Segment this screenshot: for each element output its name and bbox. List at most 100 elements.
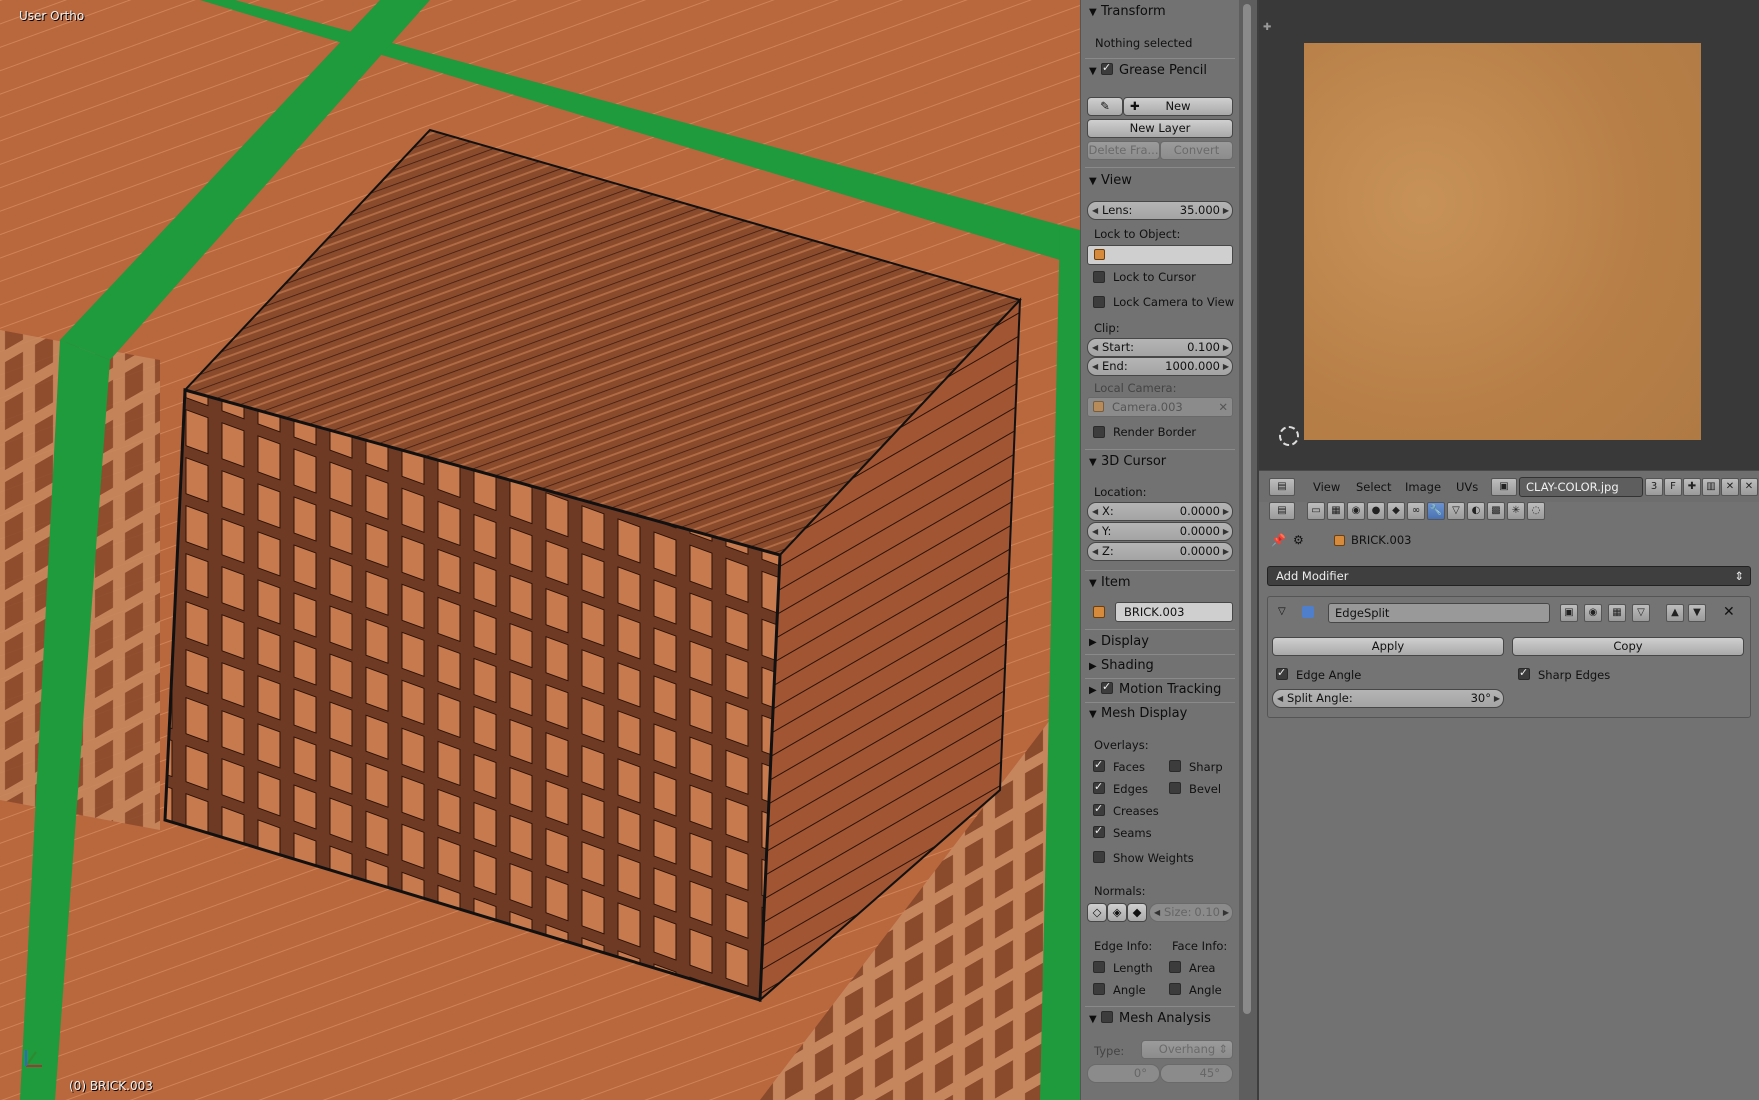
creases-checkbox[interactable]: [1093, 802, 1105, 816]
render-tab-icon[interactable]: ▭: [1307, 502, 1325, 520]
open-image-icon[interactable]: ▥: [1702, 478, 1720, 496]
scene-tab-icon[interactable]: ◉: [1347, 502, 1365, 520]
delete-frame-button[interactable]: Delete Fra...: [1087, 141, 1160, 160]
grease-pencil-brush-icon[interactable]: ✎: [1087, 97, 1123, 116]
remove-modifier-icon[interactable]: ✕: [1723, 604, 1735, 620]
cursor-z-field[interactable]: ◀ Z: 0.0000 ▶: [1087, 542, 1233, 561]
move-up-icon[interactable]: ▲: [1666, 604, 1684, 622]
menu-image[interactable]: Image: [1405, 480, 1441, 494]
physics-tab-icon[interactable]: ◌: [1527, 502, 1545, 520]
analysis-min-field[interactable]: 0°: [1087, 1064, 1160, 1083]
particles-tab-icon[interactable]: ✳: [1507, 502, 1525, 520]
mesh-analysis-toggle[interactable]: [1101, 1011, 1113, 1023]
normal-size-field[interactable]: ◀ Size: 0.10 ▶: [1149, 903, 1233, 922]
face-normals-icon[interactable]: ◆: [1127, 903, 1147, 922]
cursor-y-field[interactable]: ◀ Y: 0.0000 ▶: [1087, 522, 1233, 541]
image-editor[interactable]: ✚: [1259, 0, 1759, 470]
viewport-toggle-icon[interactable]: ◉: [1584, 604, 1602, 622]
bevel-checkbox[interactable]: [1169, 782, 1181, 794]
mesh-display-panel-header[interactable]: ▼ Mesh Display: [1089, 706, 1187, 721]
item-panel-header[interactable]: ▼ Item: [1089, 575, 1131, 590]
creases-label: Creases: [1113, 804, 1159, 818]
editor-type-icon[interactable]: ▤: [1269, 502, 1295, 520]
modifiers-tab-icon[interactable]: 🔧: [1427, 502, 1445, 520]
apply-button[interactable]: Apply: [1272, 637, 1504, 656]
3d-viewport[interactable]: User Ortho (0) BRICK.003: [0, 0, 1080, 1100]
editmode-toggle-icon[interactable]: ▦: [1608, 604, 1626, 622]
sharp-edges-checkbox[interactable]: [1518, 666, 1530, 680]
seams-checkbox[interactable]: [1093, 824, 1105, 838]
grease-pencil-toggle[interactable]: [1101, 61, 1113, 75]
editor-type-icon[interactable]: ▤: [1269, 478, 1295, 496]
menu-select[interactable]: Select: [1356, 480, 1391, 494]
new-image-icon[interactable]: ✚: [1683, 478, 1701, 496]
faces-checkbox[interactable]: [1093, 758, 1105, 772]
local-camera-field[interactable]: Camera.003 ✕: [1087, 397, 1233, 417]
new-layer-button[interactable]: New Layer: [1087, 119, 1233, 138]
3d-cursor-panel-header[interactable]: ▼ 3D Cursor: [1089, 454, 1166, 469]
show-weights-checkbox[interactable]: [1093, 851, 1105, 863]
edges-label: Edges: [1113, 782, 1148, 796]
analysis-type-dropdown[interactable]: Overhang ⇕: [1141, 1040, 1233, 1059]
menu-view[interactable]: View: [1313, 480, 1340, 494]
cage-toggle-icon[interactable]: ▽: [1632, 604, 1650, 622]
face-angle-checkbox[interactable]: [1169, 983, 1181, 995]
texture-tab-icon[interactable]: ▩: [1487, 502, 1505, 520]
new-grease-pencil-button[interactable]: ✚ New: [1123, 97, 1233, 116]
world-tab-icon[interactable]: ●: [1367, 502, 1385, 520]
cursor-x-field[interactable]: ◀ X: 0.0000 ▶: [1087, 502, 1233, 521]
fake-user-button[interactable]: F: [1664, 478, 1682, 496]
view-panel-header[interactable]: ▼ View: [1089, 173, 1132, 188]
shading-panel-header[interactable]: ▶ Shading: [1089, 658, 1154, 673]
display-panel-header[interactable]: ▶ Display: [1089, 634, 1149, 649]
pin-icon[interactable]: 📌: [1271, 533, 1286, 547]
local-camera-label: Local Camera:: [1094, 381, 1177, 395]
shelf-scrollbar[interactable]: [1243, 4, 1251, 1014]
sharp-checkbox[interactable]: [1169, 760, 1181, 772]
menu-uvs[interactable]: UVs: [1456, 480, 1478, 494]
close-editor-icon[interactable]: ✕: [1740, 478, 1758, 496]
image-name-field[interactable]: CLAY-COLOR.jpg: [1519, 477, 1643, 497]
analysis-max-field[interactable]: 45°: [1160, 1064, 1233, 1083]
clip-end-field[interactable]: ◀ End: 1000.000 ▶: [1087, 357, 1233, 376]
sharp-edges-label: Sharp Edges: [1538, 668, 1611, 682]
clip-start-field[interactable]: ◀ Start: 0.100 ▶: [1087, 338, 1233, 357]
lock-object-field[interactable]: [1087, 245, 1233, 265]
edge-length-checkbox[interactable]: [1093, 961, 1105, 973]
edge-angle-checkbox[interactable]: [1093, 983, 1105, 995]
properties-shelf: ▼Transform Nothing selected ▼Grease Penc…: [1080, 0, 1239, 1100]
face-area-checkbox[interactable]: [1169, 961, 1181, 973]
vertex-normals-icon[interactable]: ◇: [1087, 903, 1107, 922]
material-tab-icon[interactable]: ◐: [1467, 502, 1485, 520]
collapse-modifier-icon[interactable]: ▽: [1278, 606, 1286, 617]
layers-tab-icon[interactable]: ▦: [1327, 502, 1345, 520]
image-users-count[interactable]: 3: [1645, 478, 1663, 496]
data-tab-icon[interactable]: ▽: [1447, 502, 1465, 520]
lock-to-cursor-checkbox[interactable]: [1093, 271, 1105, 283]
move-down-icon[interactable]: ▼: [1688, 604, 1706, 622]
lens-field[interactable]: ◀ Lens: 35.000 ▶: [1087, 201, 1233, 220]
modifier-name-field[interactable]: EdgeSplit: [1328, 603, 1550, 623]
object-tab-icon[interactable]: ◆: [1387, 502, 1405, 520]
split-normals-icon[interactable]: ◈: [1107, 903, 1127, 922]
constraints-tab-icon[interactable]: ∞: [1407, 502, 1425, 520]
image-browse-icon[interactable]: ▣: [1491, 478, 1517, 496]
edges-checkbox[interactable]: [1093, 780, 1105, 794]
add-modifier-dropdown[interactable]: Add Modifier ⇕: [1267, 566, 1751, 586]
motion-tracking-panel-header[interactable]: ▶Motion Tracking: [1089, 680, 1221, 697]
motion-tracking-toggle[interactable]: [1101, 680, 1113, 694]
split-angle-field[interactable]: ◀ Split Angle: 30° ▶: [1272, 689, 1504, 708]
convert-button[interactable]: Convert: [1160, 141, 1233, 160]
lock-camera-checkbox[interactable]: [1093, 296, 1105, 308]
item-name-field[interactable]: BRICK.003: [1115, 602, 1233, 622]
render-border-checkbox[interactable]: [1093, 426, 1105, 438]
mesh-analysis-panel-header[interactable]: ▼ Mesh Analysis: [1089, 1011, 1211, 1026]
render-toggle-icon[interactable]: ▣: [1560, 604, 1578, 622]
region-expand-icon[interactable]: ✚: [1263, 22, 1271, 33]
edge-angle-checkbox[interactable]: [1276, 666, 1288, 680]
transform-panel-header[interactable]: ▼ Transform: [1089, 4, 1166, 19]
clear-x-icon[interactable]: ✕: [1218, 398, 1228, 416]
copy-button[interactable]: Copy: [1512, 637, 1744, 656]
unlink-image-icon[interactable]: ✕: [1721, 478, 1739, 496]
grease-pencil-panel-header[interactable]: ▼Grease Pencil: [1089, 61, 1207, 78]
